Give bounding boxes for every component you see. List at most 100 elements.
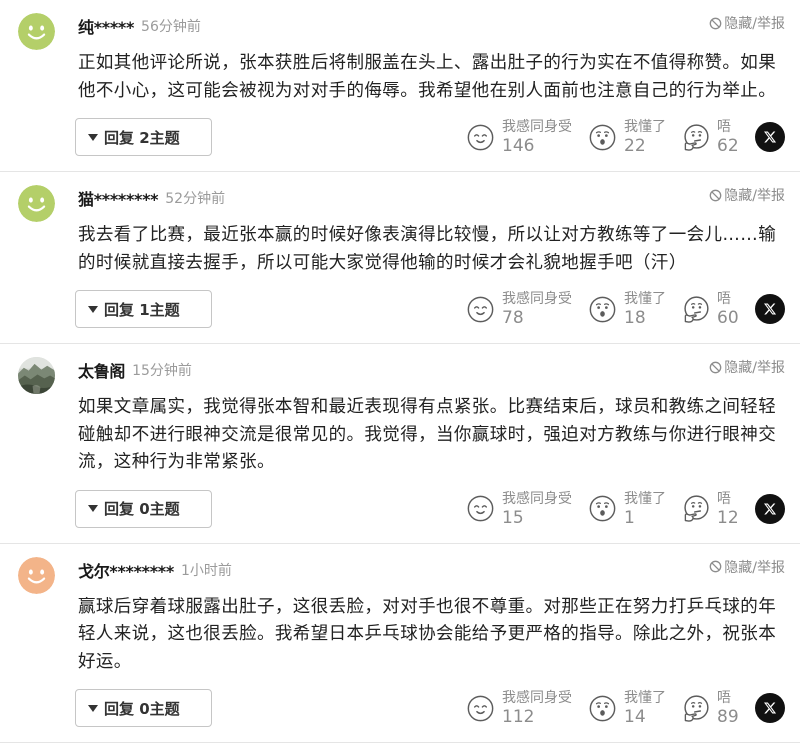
reply-toggle-button[interactable]: 回复 2主题 xyxy=(75,118,212,156)
post-time: 1小时前 xyxy=(180,562,232,579)
reaction-text: 我懂了 22 xyxy=(624,118,666,156)
username[interactable]: 戈尔******** xyxy=(78,558,174,582)
reaction-count: 18 xyxy=(624,308,646,328)
reaction-count: 60 xyxy=(717,308,739,328)
reaction-understood-button[interactable]: 我懂了 18 xyxy=(589,290,666,328)
share-x-button[interactable] xyxy=(755,122,785,152)
reaction-count: 22 xyxy=(624,136,646,156)
reaction-label: 唔 xyxy=(717,490,731,507)
comment-header: 戈尔******** 1小时前 隐藏/举报 xyxy=(78,557,785,583)
reaction-label: 唔 xyxy=(717,690,731,706)
x-logo-icon xyxy=(755,493,785,524)
hide-report-link[interactable]: 隐藏/举报 xyxy=(709,357,785,377)
comment-actions: 回复 0主题 我感同身受 15 我懂了 1 唔 12 xyxy=(75,489,785,528)
comment-text: 我去看了比赛，最近张本赢的时候好像表演得比较慢，所以让对方教练等了一会儿……输的… xyxy=(78,225,777,273)
reaction-count: 1 xyxy=(624,507,635,528)
reply-toggle-button[interactable]: 回复 0主题 xyxy=(75,489,212,528)
reply-label: 回复 1主题 xyxy=(104,300,180,319)
thinking-face-icon xyxy=(684,495,709,522)
understood-face-icon xyxy=(589,695,616,721)
reaction-understood-button[interactable]: 我懂了 1 xyxy=(589,490,666,528)
comment-actions: 回复 0主题 我感同身受 112 我懂了 14 唔 89 xyxy=(75,689,785,727)
user-avatar[interactable] xyxy=(18,357,55,394)
reaction-text: 唔 89 xyxy=(717,689,739,727)
user-avatar[interactable] xyxy=(18,185,55,222)
comment-header: 纯***** 56分钟前 隐藏/举报 xyxy=(78,13,785,39)
thinking-face-icon xyxy=(684,295,709,323)
username[interactable]: 猫******** xyxy=(78,186,159,210)
reaction-label: 唔 xyxy=(717,119,731,135)
smiley-avatar-icon xyxy=(18,556,55,594)
hide-report-link[interactable]: 隐藏/举报 xyxy=(709,13,785,33)
reaction-label: 我懂了 xyxy=(624,490,666,507)
reaction-hmm-button[interactable]: 唔 62 xyxy=(682,118,739,156)
ban-icon xyxy=(709,560,722,573)
comment-text: 如果文章属实，我觉得张本智和最近表现得有点紧张。比赛结束后，球员和教练之间轻轻碰… xyxy=(78,397,777,472)
reaction-label: 我感同身受 xyxy=(502,119,572,135)
reply-label: 回复 2主题 xyxy=(104,128,180,147)
hide-report-link[interactable]: 隐藏/举报 xyxy=(709,185,785,205)
reaction-label: 唔 xyxy=(717,291,731,307)
reaction-understood-button[interactable]: 我懂了 14 xyxy=(589,689,666,727)
post-time: 56分钟前 xyxy=(141,19,201,35)
username[interactable]: 纯***** xyxy=(78,14,134,38)
reaction-count: 12 xyxy=(717,507,739,528)
reaction-empathy-button[interactable]: 我感同身受 15 xyxy=(467,490,573,528)
reaction-text: 我感同身受 78 xyxy=(502,290,572,328)
reaction-text: 我懂了 18 xyxy=(624,290,666,328)
reaction-empathy-button[interactable]: 我感同身受 146 xyxy=(467,118,573,156)
x-logo-icon xyxy=(755,122,785,152)
ban-icon xyxy=(709,17,722,29)
comment-item: 太鲁阁 15分钟前 隐藏/举报 如果文章属实，我觉得张本智和最近表现得有点紧张。… xyxy=(0,344,800,544)
empathy-face-icon xyxy=(467,296,494,322)
comment-item: 纯***** 56分钟前 隐藏/举报 正如其他评论所说，张本获胜后将制服盖在头上… xyxy=(0,0,800,172)
empathy-face-icon xyxy=(467,124,494,150)
share-x-button[interactable] xyxy=(755,693,785,723)
reaction-label: 我感同身受 xyxy=(502,291,572,307)
hide-report-label: 隐藏/举报 xyxy=(724,559,785,576)
reaction-empathy-button[interactable]: 我感同身受 78 xyxy=(467,290,573,328)
x-logo-icon xyxy=(755,693,785,723)
comment-header: 猫******** 52分钟前 隐藏/举报 xyxy=(78,185,785,211)
comment-item: 戈尔******** 1小时前 隐藏/举报 赢球后穿着球服露出肚子，这很丢脸，对… xyxy=(0,544,800,743)
reaction-count: 146 xyxy=(502,136,535,156)
hide-report-label: 隐藏/举报 xyxy=(724,188,785,204)
ban-icon xyxy=(709,189,722,201)
understood-face-icon xyxy=(589,124,616,150)
comment-list: 纯***** 56分钟前 隐藏/举报 正如其他评论所说，张本获胜后将制服盖在头上… xyxy=(0,0,800,755)
reaction-text: 我懂了 14 xyxy=(624,689,666,727)
hide-report-label: 隐藏/举报 xyxy=(724,16,785,32)
thinking-face-icon xyxy=(684,694,709,722)
user-avatar[interactable] xyxy=(18,13,55,50)
reaction-label: 我感同身受 xyxy=(502,490,572,507)
understood-face-icon xyxy=(589,296,616,322)
comment-actions: 回复 2主题 我感同身受 146 我懂了 22 唔 62 xyxy=(75,118,785,156)
reply-toggle-button[interactable]: 回复 0主题 xyxy=(75,689,212,727)
comment-header: 太鲁阁 15分钟前 隐藏/举报 xyxy=(78,357,785,383)
reaction-text: 我感同身受 15 xyxy=(502,490,572,528)
comment-actions: 回复 1主题 我感同身受 78 我懂了 18 唔 60 xyxy=(75,290,785,328)
reaction-text: 唔 60 xyxy=(717,290,739,328)
share-x-button[interactable] xyxy=(755,294,785,324)
reaction-count: 89 xyxy=(717,707,739,727)
reaction-hmm-button[interactable]: 唔 89 xyxy=(682,689,739,727)
reaction-bar: 我感同身受 78 我懂了 18 唔 60 xyxy=(467,290,785,328)
ban-icon xyxy=(709,361,722,373)
post-time: 52分钟前 xyxy=(165,191,226,207)
comment-text: 正如其他评论所说，张本获胜后将制服盖在头上、露出肚子的行为实在不值得称赞。如果他… xyxy=(78,53,777,101)
reaction-hmm-button[interactable]: 唔 60 xyxy=(682,290,739,328)
hide-report-label: 隐藏/举报 xyxy=(724,360,785,376)
reaction-text: 我感同身受 112 xyxy=(502,689,572,727)
caret-down-icon xyxy=(88,305,98,313)
username[interactable]: 太鲁阁 xyxy=(78,358,125,382)
share-x-button[interactable] xyxy=(755,493,785,524)
reaction-hmm-button[interactable]: 唔 12 xyxy=(682,490,739,528)
reply-toggle-button[interactable]: 回复 1主题 xyxy=(75,290,212,328)
post-time: 15分钟前 xyxy=(132,363,192,379)
reaction-empathy-button[interactable]: 我感同身受 112 xyxy=(467,689,573,727)
reaction-understood-button[interactable]: 我懂了 22 xyxy=(589,118,666,156)
caret-down-icon xyxy=(88,133,98,141)
reaction-count: 78 xyxy=(502,308,524,328)
user-avatar[interactable] xyxy=(18,556,55,594)
hide-report-link[interactable]: 隐藏/举报 xyxy=(709,557,785,577)
